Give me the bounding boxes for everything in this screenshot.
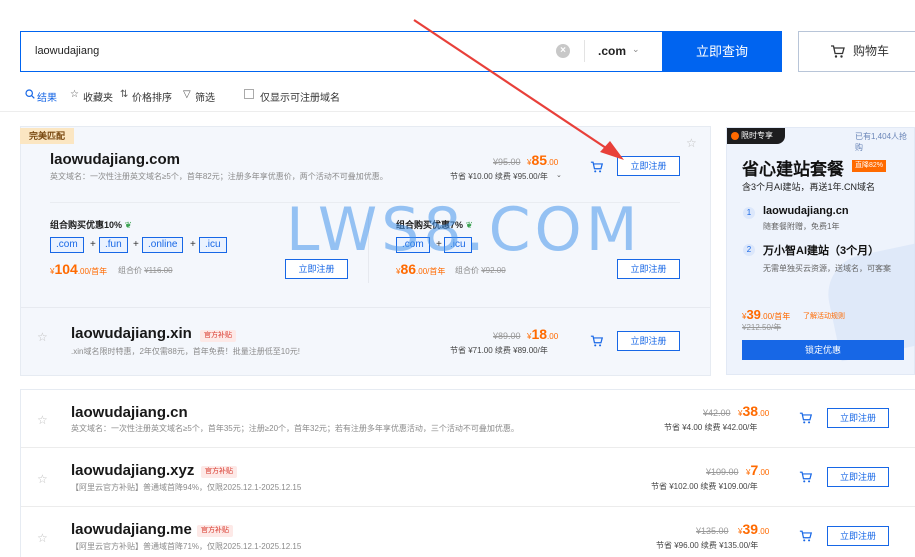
bundle-tld-chip: .com: [50, 237, 84, 253]
promo-title: 省心建站套餐: [742, 160, 844, 179]
bundle-orig-price: 组合价 ¥92.00: [455, 266, 506, 275]
domain-name: laowudajiang.xyz: [71, 462, 195, 479]
add-to-cart-icon[interactable]: [799, 411, 813, 425]
search-query-text[interactable]: laowudajiang: [35, 45, 99, 57]
promo-item-desc: 无需单独买云资源，送域名，可客案: [763, 264, 891, 273]
subsidy-tag: 官方补贴: [197, 525, 233, 537]
old-price: ¥95.00: [493, 157, 521, 167]
bundle-title: 组合购买优惠10% ❦: [50, 220, 133, 230]
cart-button[interactable]: 购物车: [798, 31, 915, 72]
register-button[interactable]: 立即注册: [827, 526, 889, 546]
promo-item-desc: 随套餐附赠，免费1年: [763, 222, 840, 231]
register-button[interactable]: 立即注册: [827, 467, 889, 487]
price: ¥85.00: [527, 152, 559, 168]
search-button[interactable]: 立即查询: [662, 31, 782, 72]
old-price: ¥42.00: [703, 408, 731, 418]
saving-text: 节省 ¥96.00 续费 ¥135.00/年: [656, 541, 759, 550]
domain-desc: 英文域名：一次性注册英文域名≥5个，首年35元；注册≥20个，首年32元；若有注…: [71, 424, 519, 433]
promo-discount-badge: 直降82%: [852, 160, 887, 172]
tld-divider: [584, 40, 585, 62]
flame-icon: [731, 132, 739, 140]
price: ¥38.00: [738, 403, 770, 419]
favorite-star-icon[interactable]: ☆: [37, 330, 48, 344]
domain-desc: 【阿里云官方补贴】普通域首降71%，仅限2025.12.1-2025.12.15: [71, 542, 302, 551]
price: ¥39.00: [738, 521, 770, 537]
bundle-tld-chip: .fun: [99, 237, 128, 253]
chevron-down-icon[interactable]: ⌄: [556, 171, 562, 179]
tld-select[interactable]: .com: [598, 44, 626, 58]
domain-desc: 【阿里云官方补贴】普通域首降94%，仅限2025.12.1-2025.12.15: [71, 483, 302, 492]
domain-name: laowudajiang.com: [50, 151, 181, 168]
filter-divider: [0, 111, 915, 112]
watermark: LWS8.COM: [286, 195, 642, 265]
domain-desc: 英文域名：一次性注册英文域名≥5个，首年82元；注册多年享优惠价，两个活动不可叠…: [50, 172, 388, 181]
domain-name: laowudajiang.xin: [71, 325, 192, 342]
domain-desc: .xin域名限时特惠，2年仅需88元，首年免费！批量注册低至10元!: [71, 347, 300, 356]
bundle-tld-chip: .icu: [199, 237, 227, 253]
saving-text: 节省 ¥4.00 续费 ¥42.00/年: [664, 423, 758, 432]
subsidy-tag: 官方补贴: [201, 466, 237, 478]
plus-icon: +: [133, 239, 139, 250]
plus-icon: +: [90, 239, 96, 250]
old-price: ¥89.00: [493, 331, 521, 341]
filter-price-sort[interactable]: 价格排序: [132, 89, 172, 104]
divider: [21, 447, 915, 448]
promo-lock-button[interactable]: 锁定优惠: [742, 340, 904, 360]
add-to-cart-icon[interactable]: [799, 470, 813, 484]
add-to-cart-icon[interactable]: [590, 334, 604, 348]
saving-text: 节省 ¥102.00 续费 ¥109.00/年: [651, 482, 758, 491]
old-price: ¥109.00: [706, 467, 739, 477]
favorite-star-icon[interactable]: ☆: [686, 136, 697, 150]
price: ¥7.00: [746, 462, 770, 478]
register-button[interactable]: 立即注册: [827, 408, 889, 428]
add-to-cart-icon[interactable]: [799, 529, 813, 543]
subsidy-tag: 官方补贴: [200, 330, 236, 342]
sort-icon: ⇅: [120, 89, 129, 100]
cart-icon: [831, 45, 845, 58]
only-available-label: 仅显示可注册域名: [260, 93, 340, 104]
filter-result[interactable]: 结果: [37, 89, 57, 104]
divider: [21, 506, 915, 507]
domain-name: laowudajiang.cn: [71, 404, 188, 421]
promo-price: ¥39.00/首年: [742, 307, 791, 322]
bundle-orig-price: 组合价 ¥116.00: [118, 266, 173, 275]
add-to-cart-icon[interactable]: [590, 160, 604, 174]
star-icon: ☆: [70, 89, 79, 100]
bundle-tld-chip: .online: [142, 237, 184, 253]
plus-icon: +: [190, 239, 196, 250]
filter-filter[interactable]: 筛选: [195, 89, 215, 104]
saving-text: 节省 ¥71.00 续费 ¥89.00/年: [450, 346, 548, 355]
divider: [21, 307, 710, 308]
favorite-star-icon[interactable]: ☆: [37, 413, 48, 427]
old-price: ¥135.00: [696, 526, 729, 536]
filter-favorites[interactable]: 收藏夹: [83, 89, 113, 104]
favorite-star-icon[interactable]: ☆: [37, 472, 48, 486]
promo-rules-link[interactable]: 了解活动规则: [803, 311, 845, 321]
search-icon: [25, 89, 35, 99]
register-button[interactable]: 立即注册: [617, 156, 680, 176]
bundle-price: ¥104.00/首年: [50, 261, 108, 277]
clear-icon[interactable]: ×: [556, 44, 570, 58]
promo-item-number: 1: [743, 207, 755, 219]
chevron-down-icon[interactable]: ⌄: [632, 44, 640, 55]
promo-subtitle: 含3个月AI建站，再送1年.CN域名: [742, 182, 876, 192]
promo-sold-count: 已有1,404人抢购: [855, 132, 908, 152]
promo-item-title: 万小智AI建站（3个月）: [763, 245, 880, 257]
exact-match-badge: 完美匹配: [20, 128, 74, 144]
price: ¥18.00: [527, 326, 559, 342]
promo-orig-price: ¥212.50/年: [742, 323, 782, 332]
favorite-star-icon[interactable]: ☆: [37, 531, 48, 545]
saving-text: 节省 ¥10.00 续费 ¥95.00/年: [450, 172, 548, 181]
cart-button-label: 购物车: [853, 44, 890, 58]
funnel-icon: ▽: [183, 89, 191, 100]
leaf-icon: ❦: [124, 220, 133, 230]
only-available-checkbox[interactable]: [244, 89, 254, 99]
domain-name: laowudajiang.me: [71, 521, 192, 538]
promo-item-number: 2: [743, 244, 755, 256]
promo-item-title: laowudajiang.cn: [763, 205, 849, 217]
register-button[interactable]: 立即注册: [617, 331, 680, 351]
